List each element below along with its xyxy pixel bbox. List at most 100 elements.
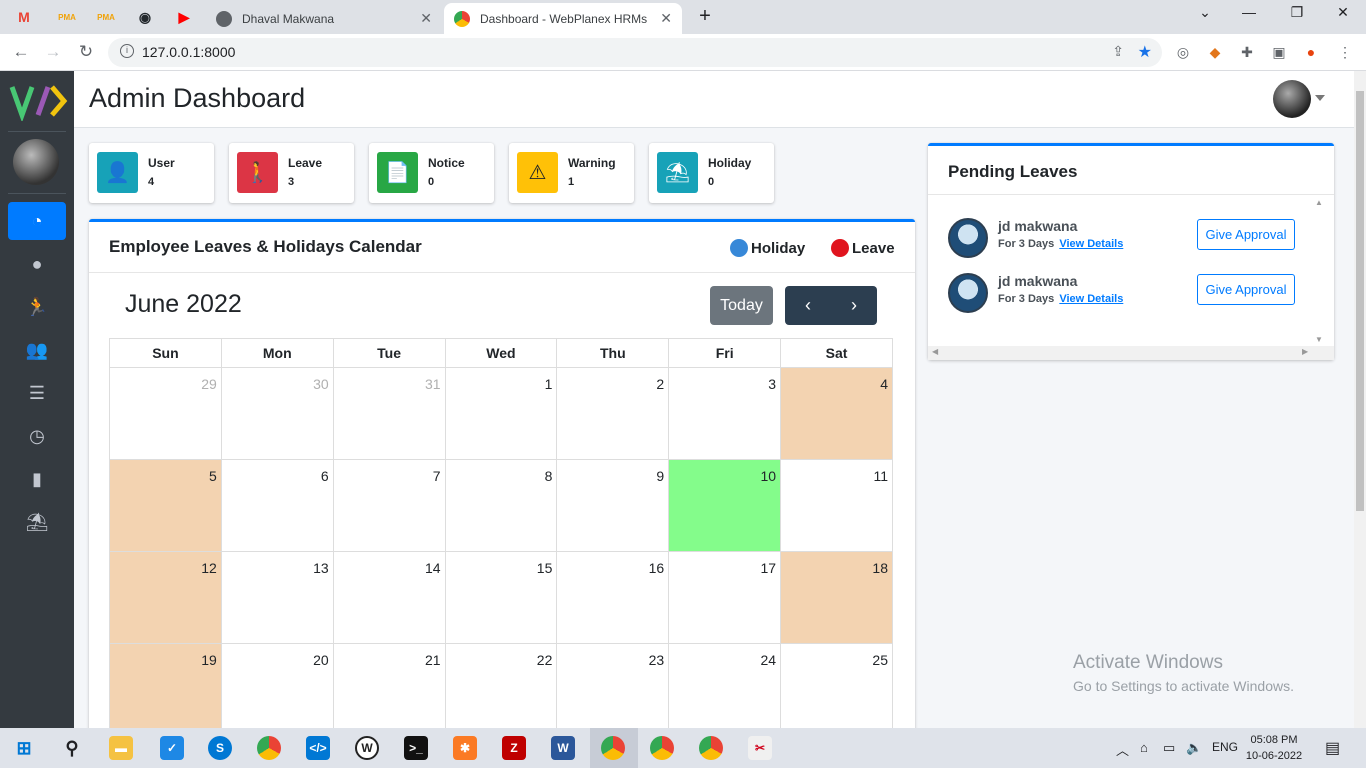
gmail-icon[interactable]: M [10, 5, 38, 29]
bookmark-star-icon[interactable]: ★ [1138, 42, 1152, 62]
page-scrollbar[interactable] [1354, 71, 1366, 728]
calendar-day-cell[interactable]: 18 [780, 551, 893, 644]
github-icon[interactable]: ◉ [131, 5, 159, 29]
pma-icon[interactable]: PMA [53, 5, 81, 29]
sidebar-item-users[interactable]: ● [8, 245, 66, 283]
windows-start-icon[interactable]: ⊞ [12, 736, 36, 760]
sidebar-item-tasks[interactable]: ☰ [8, 374, 66, 412]
chrome-icon[interactable] [257, 736, 281, 760]
sidebar-item-attendance[interactable]: ◷ [8, 417, 66, 455]
scroll-up-icon[interactable]: ▲ [1313, 198, 1325, 207]
scrollbar-thumb[interactable] [1356, 91, 1364, 511]
task-app-icon[interactable]: ✓ [160, 736, 184, 760]
chevron-up-icon[interactable]: ︿ [1116, 740, 1129, 759]
sidebar-item-notices[interactable]: ▮ [8, 460, 66, 498]
battery-icon[interactable]: ▭ [1163, 740, 1175, 756]
view-details-link[interactable]: View Details [1059, 293, 1123, 305]
calendar-day-cell[interactable]: 31 [332, 367, 446, 460]
network-icon[interactable]: ⌂ [1140, 740, 1148, 755]
notifications-icon[interactable]: ▤ [1325, 738, 1340, 758]
stat-box-user[interactable]: 👤 User 4 [89, 143, 214, 203]
stat-box-leave[interactable]: 🚶 Leave 3 [229, 143, 354, 203]
youtube-icon[interactable]: ▶ [170, 5, 198, 29]
calendar-day-cell[interactable]: 29 [109, 367, 222, 460]
today-button[interactable]: Today [710, 286, 773, 325]
calendar-day-cell[interactable]: 30 [220, 367, 334, 460]
calendar-day-cell[interactable]: 5 [109, 459, 222, 552]
calendar-day-cell[interactable]: 16 [556, 551, 670, 644]
pending-scrollbar-horizontal[interactable]: ◀ ▶ [928, 346, 1334, 360]
user-avatar-menu[interactable] [1273, 80, 1311, 118]
calendar-day-cell[interactable]: 15 [444, 551, 558, 644]
calendar-day-cell[interactable]: 9 [556, 459, 670, 552]
sidebar-item-employees[interactable]: 👥 [8, 331, 66, 369]
file-explorer-icon[interactable]: ▬ [109, 736, 133, 760]
forward-icon[interactable]: → [42, 42, 64, 62]
profile-icon[interactable]: ● [1302, 44, 1320, 62]
app-icon[interactable]: W [355, 736, 379, 760]
clock[interactable]: 05:08 PM 10-06-2022 [1244, 732, 1304, 764]
filezilla-icon[interactable]: Z [502, 736, 526, 760]
snipping-tool-icon[interactable]: ✂ [748, 736, 772, 760]
stat-box-holiday[interactable]: ⛱ Holiday 0 [649, 143, 774, 203]
info-icon[interactable]: i [120, 44, 134, 58]
next-month-button[interactable]: › [831, 286, 877, 325]
side-panel-icon[interactable]: ▣ [1270, 44, 1288, 62]
calendar-day-cell[interactable]: 22 [444, 643, 558, 736]
close-icon[interactable]: ✕ [660, 10, 672, 27]
language-indicator[interactable]: ENG [1212, 740, 1238, 754]
scroll-right-icon[interactable]: ▶ [1302, 347, 1308, 356]
extension-icon[interactable]: ◎ [1174, 44, 1192, 62]
url-input[interactable]: i 127.0.0.1:8000 ⇪ ★ [108, 38, 1162, 67]
menu-icon[interactable]: ⋮ [1336, 44, 1354, 62]
terminal-icon[interactable]: >_ [404, 736, 428, 760]
chrome-icon[interactable] [699, 736, 723, 760]
puzzle-icon[interactable]: ✚ [1238, 44, 1256, 62]
caret-down-icon[interactable] [1315, 95, 1325, 101]
scroll-down-icon[interactable]: ▼ [1313, 335, 1325, 344]
calendar-day-cell[interactable]: 21 [332, 643, 446, 736]
tab-dhaval-makwana[interactable]: Dhaval Makwana ✕ [206, 3, 442, 34]
xampp-icon[interactable]: ✱ [453, 736, 477, 760]
calendar-day-cell[interactable]: 20 [220, 643, 334, 736]
calendar-day-cell[interactable]: 25 [780, 643, 893, 736]
sidebar-item-holidays[interactable]: ⛱ [8, 503, 66, 541]
new-tab-button[interactable]: + [690, 5, 720, 28]
calendar-day-cell[interactable]: 10 [668, 459, 782, 552]
stat-box-notice[interactable]: 📄 Notice 0 [369, 143, 494, 203]
restore-icon[interactable]: ❐ [1282, 4, 1312, 21]
prev-month-button[interactable]: ‹ [785, 286, 831, 325]
vscode-icon[interactable]: </> [306, 736, 330, 760]
calendar-day-cell[interactable]: 7 [332, 459, 446, 552]
stat-box-warning[interactable]: ⚠ Warning 1 [509, 143, 634, 203]
scroll-left-icon[interactable]: ◀ [932, 347, 938, 356]
pma-icon[interactable]: PMA [92, 5, 120, 29]
tab-dashboard[interactable]: Dashboard - WebPlanex HRMs ✕ [444, 3, 682, 34]
avatar[interactable] [13, 139, 59, 185]
calendar-day-cell[interactable]: 17 [668, 551, 782, 644]
share-icon[interactable]: ⇪ [1112, 43, 1124, 60]
calendar-day-cell[interactable]: 14 [332, 551, 446, 644]
sidebar-item-leaves[interactable]: 🏃 [8, 288, 66, 326]
calendar-day-cell[interactable]: 6 [220, 459, 334, 552]
calendar-day-cell[interactable]: 4 [780, 367, 893, 460]
sidebar-item-dashboard[interactable]: ◔ [8, 202, 66, 240]
chrome-icon[interactable] [650, 736, 674, 760]
give-approval-button[interactable]: Give Approval [1197, 274, 1295, 305]
minimize-icon[interactable]: — [1234, 4, 1264, 20]
calendar-day-cell[interactable]: 13 [220, 551, 334, 644]
calendar-day-cell[interactable]: 12 [109, 551, 222, 644]
calendar-day-cell[interactable]: 23 [556, 643, 670, 736]
metamask-icon[interactable]: ◆ [1206, 44, 1224, 62]
skype-icon[interactable]: S [208, 736, 232, 760]
word-icon[interactable]: W [551, 736, 575, 760]
calendar-day-cell[interactable]: 1 [444, 367, 558, 460]
calendar-day-cell[interactable]: 11 [780, 459, 893, 552]
window-close-icon[interactable]: ✕ [1328, 4, 1358, 21]
volume-icon[interactable]: 🔈 [1186, 740, 1202, 756]
search-icon[interactable]: ⚲ [60, 736, 84, 760]
calendar-day-cell[interactable]: 8 [444, 459, 558, 552]
close-icon[interactable]: ✕ [420, 10, 432, 27]
calendar-day-cell[interactable]: 24 [668, 643, 782, 736]
chrome-icon[interactable] [601, 736, 625, 760]
